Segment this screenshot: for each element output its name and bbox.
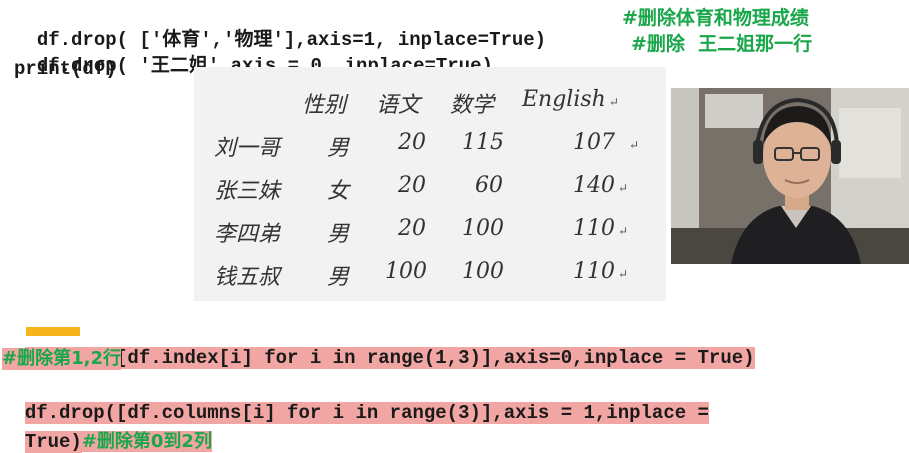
- code-line-2-comment: #删除 王二姐那一行: [631, 33, 813, 55]
- code-line-7: True)#删除第0到2列: [2, 409, 212, 453]
- column-header-english: English ↵: [522, 87, 619, 112]
- code-line-7-comment: #删除第0到2列: [81, 431, 212, 452]
- table-cell-text: 110: [573, 216, 615, 241]
- dataframe-output-panel: 性别 语文 数学 English ↵ 刘一哥 男 20 115 107 ↵ 张三妹 …: [194, 67, 666, 301]
- table-cell: 100: [462, 216, 504, 241]
- table-cell: 100: [462, 259, 504, 284]
- table-cell: 100: [385, 259, 427, 284]
- return-mark: ↵: [618, 181, 629, 195]
- column-header-chinese: 语文: [376, 93, 421, 118]
- table-cell: 男: [327, 136, 350, 161]
- return-mark: ↵: [629, 138, 640, 152]
- table-cell-text: 107: [573, 130, 615, 155]
- table-cell: 140 ↵: [573, 173, 628, 198]
- return-mark: ↵: [618, 224, 629, 238]
- column-header-math: 数学: [450, 93, 495, 118]
- table-cell-text: 140: [573, 173, 615, 198]
- return-mark: ↵: [618, 267, 629, 281]
- code-line-5-comment: #删除第1,2行: [2, 348, 121, 370]
- table-cell: 20: [398, 130, 426, 155]
- table-cell-text: 110: [573, 259, 615, 284]
- table-cell: 107 ↵: [573, 130, 639, 155]
- row-index: 张三妹: [214, 179, 281, 204]
- table-cell: 110 ↵: [573, 259, 628, 284]
- row-index: 李四弟: [214, 222, 281, 247]
- row-index: 钱五叔: [214, 265, 281, 290]
- table-cell: 115: [462, 130, 504, 155]
- return-mark: ↵: [608, 95, 619, 109]
- row-index: 刘一哥: [214, 136, 281, 161]
- column-header-gender: 性别: [302, 93, 347, 118]
- table-cell: 男: [327, 222, 350, 247]
- table-cell: 女: [327, 179, 350, 204]
- code-line-3: print(df): [14, 58, 117, 80]
- dataframe-table: 性别 语文 数学 English ↵ 刘一哥 男 20 115 107 ↵ 张三妹 …: [194, 67, 666, 301]
- code-line-4-text: df.drop([df.index[i] for i in range(1,3)…: [24, 347, 755, 369]
- column-header-english-text: English: [522, 87, 606, 112]
- table-cell: 60: [475, 173, 503, 198]
- table-cell: 110 ↵: [573, 216, 628, 241]
- code-line-1-comment: #删除体育和物理成绩: [622, 7, 809, 29]
- webcam-video: [671, 88, 909, 264]
- table-cell: 20: [398, 173, 426, 198]
- code-line-7-text: True): [24, 431, 82, 453]
- presenter-image: [671, 88, 909, 264]
- table-cell: 男: [327, 265, 350, 290]
- table-cell: 20: [398, 216, 426, 241]
